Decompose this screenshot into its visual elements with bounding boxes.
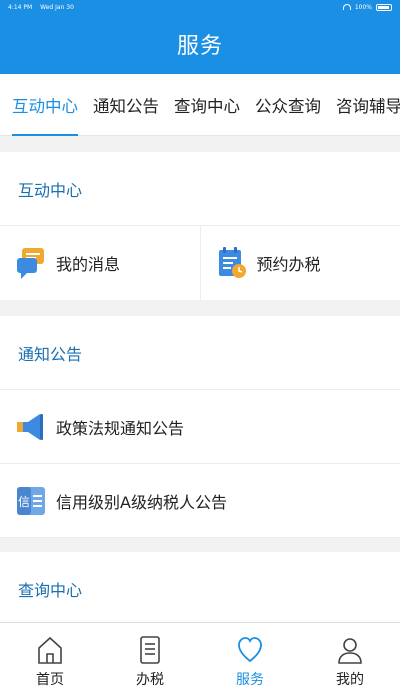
status-date: Wed Jan 30 [40,3,74,11]
my-messages-label: 我的消息 [56,255,121,274]
app-header: 4:14 PM Wed Jan 30 100% 服务 [0,0,400,74]
nav-tax-label: 办税 [136,671,164,688]
notices-section: 通知公告 政策法规通知公告 信 信用级别A级纳税人公告 [0,316,400,538]
user-icon [338,637,362,664]
nav-service-label: 服务 [236,671,264,688]
query-section-title: 查询中心 [0,552,400,626]
credit-a-notice-label: 信用级别A级纳税人公告 [56,492,227,512]
my-messages-item[interactable]: 我的消息 [0,226,200,300]
credit-badge-icon: 信 [16,484,46,518]
status-bar: 4:14 PM Wed Jan 30 100% [0,0,400,14]
svg-text:信: 信 [18,495,30,509]
nav-home[interactable]: 首页 [0,623,100,700]
nav-tax[interactable]: 办税 [100,623,200,700]
tab-consulting[interactable]: 咨询辅导 [336,74,400,136]
status-time: 4:14 PM [8,3,33,11]
nav-mine[interactable]: 我的 [300,623,400,700]
heart-icon [238,636,262,662]
interaction-section-title: 互动中心 [0,152,400,226]
policy-notice-item[interactable]: 政策法规通知公告 [0,390,400,464]
battery-percent: 100% [354,3,372,11]
nav-mine-label: 我的 [336,671,364,688]
page-title: 服务 [176,34,223,59]
battery-icon [376,3,392,11]
credit-a-notice-item[interactable]: 信 信用级别A级纳税人公告 [0,464,400,538]
document-icon [140,635,160,664]
interaction-section: 互动中心 我的消息 预约办税 [0,152,400,300]
calendar-clock-icon [217,246,247,280]
appointment-tax-label: 预约办税 [256,255,321,274]
query-section: 查询中心 [0,552,400,626]
notices-section-title: 通知公告 [0,316,400,390]
wifi-icon [342,4,351,10]
megaphone-icon [16,410,46,444]
policy-notice-label: 政策法规通知公告 [56,418,185,438]
chat-bubbles-icon [16,246,46,280]
tab-interaction-center[interactable]: 互动中心 [12,74,78,136]
tab-query-center[interactable]: 查询中心 [174,74,240,136]
tab-public-query[interactable]: 公众查询 [255,74,321,136]
tab-bar: 互动中心 通知公告 查询中心 公众查询 咨询辅导 [0,74,400,136]
tab-notices[interactable]: 通知公告 [93,74,159,136]
home-icon [38,636,62,664]
appointment-tax-item[interactable]: 预约办税 [199,226,400,300]
nav-home-label: 首页 [36,671,64,688]
bottom-nav: 首页 办税 服务 我的 [0,622,400,700]
nav-service[interactable]: 服务 [200,623,300,700]
